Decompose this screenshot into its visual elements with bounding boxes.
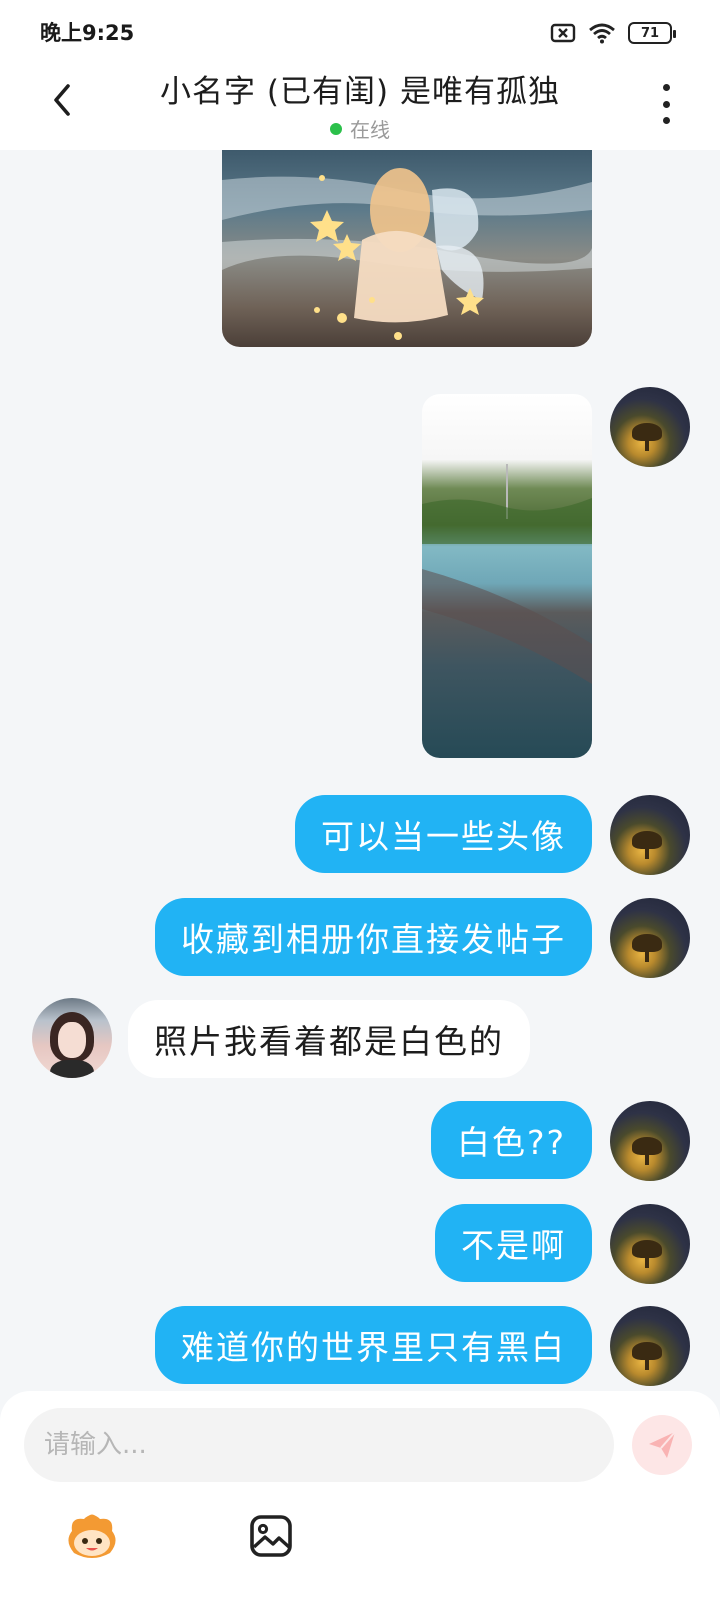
message-image-field[interactable]: [422, 394, 592, 758]
chat-header: 小名字 (已有闺) 是唯有孤独 在线: [0, 64, 720, 150]
battery-icon: 71: [628, 22, 676, 44]
more-dot-icon: [662, 100, 670, 108]
message-text: 收藏到相册你直接发帖子: [181, 920, 566, 959]
send-icon: [649, 1431, 676, 1458]
message-bubble-outgoing[interactable]: 可以当一些头像: [295, 795, 592, 873]
composer-panel: [0, 1391, 720, 1600]
status-icons: 71: [550, 22, 676, 44]
photo-illustration-girl: [222, 168, 592, 340]
no-sim-icon: [550, 23, 576, 43]
message-text: 白色??: [456, 1123, 566, 1162]
status-time: 晚上9:25: [40, 21, 135, 45]
my-avatar[interactable]: [610, 387, 690, 467]
message-text: 照片我看着都是白色的: [154, 1022, 504, 1061]
message-text: 难道你的世界里只有黑白: [181, 1328, 566, 1367]
my-avatar[interactable]: [610, 795, 690, 875]
message-image-girl-stars[interactable]: [222, 150, 592, 347]
my-avatar[interactable]: [610, 1306, 690, 1386]
message-bubble-outgoing[interactable]: 白色??: [430, 1101, 592, 1179]
status-bar: 晚上9:25 71: [0, 0, 720, 64]
contact-name: 小名字 (已有闺) 是唯有孤独: [160, 74, 560, 110]
online-status-label: 在线: [350, 118, 390, 142]
my-avatar[interactable]: [610, 1101, 690, 1181]
battery-level: 71: [640, 25, 660, 41]
photo-illustration-field: [422, 464, 592, 684]
message-text: 不是啊: [461, 1226, 566, 1265]
online-status: 在线: [120, 114, 600, 143]
message-bubble-outgoing[interactable]: 不是啊: [435, 1204, 592, 1282]
message-bubble-incoming[interactable]: 照片我看着都是白色的: [128, 1000, 530, 1078]
my-avatar[interactable]: [610, 1204, 690, 1284]
image-picker-icon: [250, 1515, 292, 1557]
message-list[interactable]: 可以当一些头像 收藏到相册你直接发帖子 照片我看着都是白色的 白色?? 不是啊: [0, 150, 720, 1395]
more-dot-icon: [662, 117, 670, 124]
message-bubble-outgoing[interactable]: 难道你的世界里只有黑白: [155, 1306, 592, 1384]
emoji-button[interactable]: [62, 1511, 122, 1563]
chevron-left-icon: [54, 84, 70, 116]
message-bubble-outgoing[interactable]: 收藏到相册你直接发帖子: [155, 898, 592, 976]
image-picker-button[interactable]: [248, 1513, 294, 1559]
message-input[interactable]: [24, 1408, 614, 1482]
online-dot-icon: [330, 122, 342, 135]
send-button[interactable]: [632, 1415, 692, 1475]
wifi-icon: [589, 23, 615, 44]
more-dot-icon: [662, 84, 670, 91]
back-button[interactable]: [40, 78, 84, 122]
contact-avatar[interactable]: [32, 998, 112, 1078]
my-avatar[interactable]: [610, 898, 690, 978]
chat-screen: 晚上9:25 71 小名字 (已有闺) 是唯有孤独 在线 可以当一些头像 收藏到…: [0, 0, 720, 1600]
more-options-button[interactable]: [654, 84, 678, 124]
emoji-mascot-icon: [68, 1514, 116, 1558]
title-block: 小名字 (已有闺) 是唯有孤独 在线: [120, 70, 600, 143]
message-text: 可以当一些头像: [321, 817, 566, 856]
